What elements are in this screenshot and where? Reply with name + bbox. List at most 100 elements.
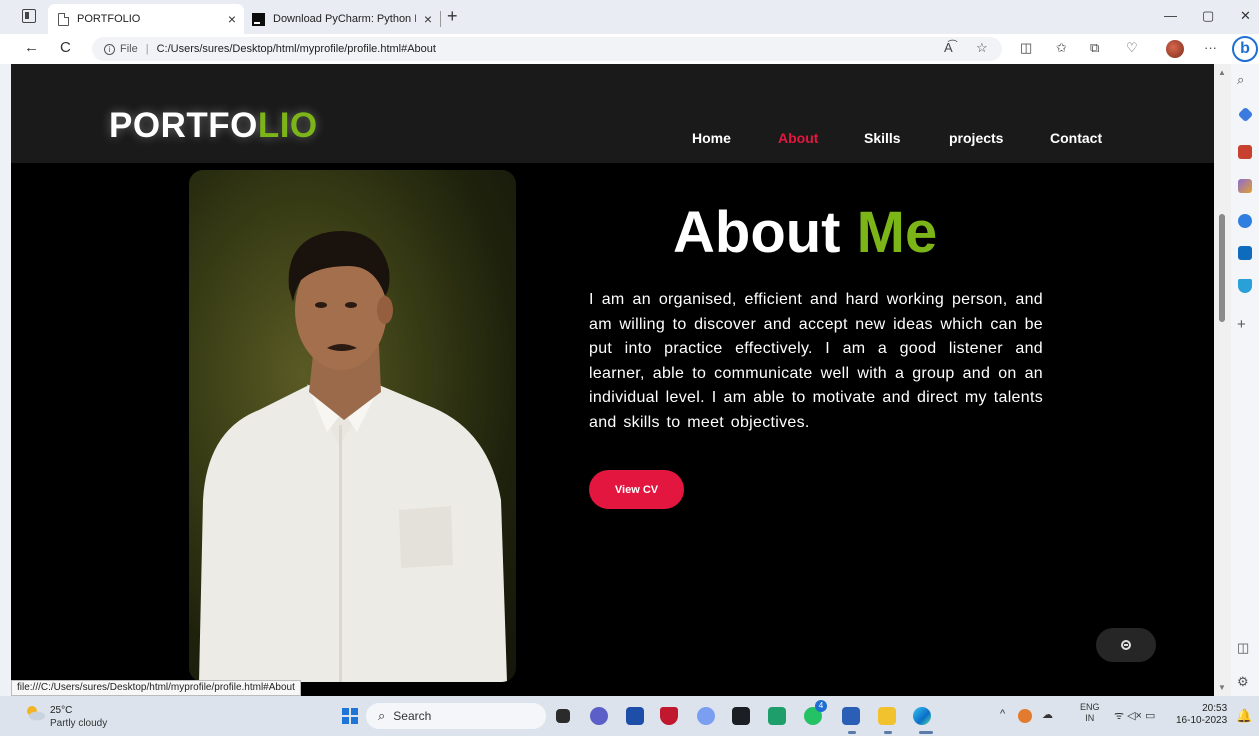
outlook-icon[interactable] bbox=[1238, 246, 1252, 260]
network-volume-battery-icons[interactable]: ᯤ ◁× ▭ bbox=[1114, 708, 1155, 723]
search-icon[interactable]: ⌕ bbox=[1237, 72, 1244, 88]
mcafee-icon[interactable] bbox=[660, 707, 678, 725]
scroll-top-button[interactable] bbox=[1096, 628, 1156, 662]
page-favicon-icon bbox=[58, 12, 69, 26]
info-icon[interactable]: i bbox=[104, 43, 115, 55]
tab-portfolio[interactable]: PORTFOLIO × bbox=[48, 4, 244, 34]
browser-toolbar: ← C i File | C:/Users/sures/Desktop/html… bbox=[0, 34, 1259, 64]
nav-contact[interactable]: Contact bbox=[1050, 130, 1102, 146]
edge-icon[interactable] bbox=[913, 707, 931, 725]
task-view-icon[interactable] bbox=[556, 709, 570, 723]
word-icon[interactable] bbox=[842, 707, 860, 725]
whatsapp-badge: 4 bbox=[815, 700, 827, 712]
url-scheme: File bbox=[120, 43, 138, 55]
partly-cloudy-icon[interactable] bbox=[24, 704, 46, 722]
about-heading-accent: Me bbox=[856, 200, 938, 265]
scroll-up-arrow-icon[interactable]: ▲ bbox=[1218, 68, 1226, 77]
url-divider: | bbox=[145, 43, 149, 55]
add-icon[interactable]: + bbox=[1237, 316, 1246, 333]
tab-pycharm[interactable]: Download PyCharm: Python IDE × bbox=[244, 4, 440, 34]
settings-icon[interactable]: ⚙ bbox=[1237, 674, 1249, 690]
tab-title: Download PyCharm: Python IDE bbox=[273, 13, 416, 25]
chat-icon[interactable] bbox=[590, 707, 608, 725]
collections-icon[interactable]: ⧉ bbox=[1090, 40, 1099, 56]
theme-toggle-icon bbox=[1121, 640, 1131, 650]
logo-accent-text: LIO bbox=[257, 106, 318, 145]
about-description: I am an organised, efficient and hard wo… bbox=[589, 291, 1043, 431]
status-bar-url: file:///C:/Users/sures/Desktop/html/mypr… bbox=[11, 680, 301, 696]
office-icon[interactable] bbox=[1238, 214, 1252, 228]
restore-button[interactable]: ▢ bbox=[1202, 8, 1214, 24]
weather-description[interactable]: Partly cloudy bbox=[50, 718, 107, 729]
search-placeholder: Search bbox=[393, 709, 432, 723]
nav-skills[interactable]: Skills bbox=[864, 130, 901, 146]
r-app-icon[interactable] bbox=[697, 707, 715, 725]
github-icon[interactable] bbox=[732, 707, 750, 725]
notification-bell-icon[interactable]: 🔔 bbox=[1236, 708, 1252, 724]
edge-active-indicator bbox=[919, 731, 933, 734]
word-running-indicator bbox=[848, 731, 856, 734]
scrollbar-thumb[interactable] bbox=[1219, 214, 1225, 322]
about-heading-main: About bbox=[673, 200, 841, 265]
region-code: IN bbox=[1085, 713, 1095, 723]
about-heading: About Me bbox=[673, 199, 937, 266]
gallery-icon[interactable] bbox=[768, 707, 786, 725]
profile-avatar[interactable] bbox=[1166, 40, 1184, 58]
tab-divider bbox=[440, 11, 441, 27]
system-clock[interactable]: 20:53 16-10-2023 bbox=[1176, 703, 1227, 727]
taskbar-search[interactable]: ⌕ Search bbox=[366, 703, 546, 729]
close-window-button[interactable]: ✕ bbox=[1240, 8, 1251, 24]
telegram-icon[interactable] bbox=[1238, 279, 1252, 293]
scroll-down-arrow-icon[interactable]: ▼ bbox=[1218, 683, 1226, 692]
address-bar[interactable]: i File | C:/Users/sures/Desktop/html/myp… bbox=[92, 37, 1002, 61]
browser-tab-strip: PORTFOLIO × Download PyCharm: Python IDE… bbox=[0, 0, 1259, 34]
tray-chevron-icon[interactable]: ^ bbox=[1000, 708, 1005, 720]
nav-about[interactable]: About bbox=[778, 130, 818, 146]
clock-date: 16-10-2023 bbox=[1176, 715, 1228, 726]
site-header: PORTFOLIO Home About Skills projects Con… bbox=[11, 64, 1214, 163]
profile-photo-illustration bbox=[199, 231, 507, 682]
nav-home[interactable]: Home bbox=[692, 130, 731, 146]
read-aloud-icon[interactable]: A͡ bbox=[944, 40, 953, 55]
windows-start-icon[interactable] bbox=[342, 708, 358, 724]
language-code: ENG bbox=[1080, 702, 1100, 712]
tab-close-icon[interactable]: × bbox=[416, 11, 440, 27]
favorite-star-icon[interactable]: ☆ bbox=[976, 40, 988, 56]
new-tab-button[interactable]: + bbox=[447, 6, 458, 27]
tab-close-icon[interactable]: × bbox=[220, 11, 244, 27]
file-explorer-icon[interactable] bbox=[878, 707, 896, 725]
clock-time: 20:53 bbox=[1202, 703, 1228, 714]
split-screen-icon[interactable]: ◫ bbox=[1020, 40, 1032, 56]
browser-essentials-icon[interactable]: ♡ bbox=[1126, 40, 1138, 56]
shopping-icon[interactable] bbox=[1237, 106, 1254, 123]
site-logo[interactable]: PORTFOLIO bbox=[109, 106, 318, 146]
weather-temperature[interactable]: 25°C bbox=[50, 705, 72, 716]
tab-actions-icon[interactable] bbox=[22, 9, 36, 23]
refresh-button[interactable]: C bbox=[60, 39, 71, 56]
view-cv-button[interactable]: View CV bbox=[589, 470, 684, 509]
logo-main-text: PORTFO bbox=[109, 106, 258, 145]
sidebar-panel-icon[interactable]: ◫ bbox=[1237, 640, 1249, 656]
url-text[interactable]: C:/Users/sures/Desktop/html/myprofile/pr… bbox=[157, 43, 436, 55]
explorer-running-indicator bbox=[884, 731, 892, 734]
pycharm-favicon-icon bbox=[252, 12, 265, 26]
page-viewport: PORTFOLIO Home About Skills projects Con… bbox=[11, 64, 1214, 696]
favorites-icon[interactable]: ✩ bbox=[1056, 40, 1067, 56]
tab-title: PORTFOLIO bbox=[77, 13, 141, 25]
windows-taskbar: 25°C Partly cloudy ⌕ Search 4 ^ ☁ ENG IN… bbox=[0, 696, 1259, 736]
search-icon: ⌕ bbox=[378, 708, 386, 723]
language-indicator[interactable]: ENG IN bbox=[1080, 702, 1100, 724]
edge-sidebar: ⌕ + ◫ ⚙ bbox=[1231, 64, 1259, 696]
more-icon[interactable]: ··· bbox=[1204, 40, 1217, 55]
back-button[interactable]: ← bbox=[24, 39, 39, 56]
bing-copilot-icon[interactable]: b bbox=[1232, 36, 1258, 62]
onedrive-icon[interactable]: ☁ bbox=[1042, 708, 1053, 721]
nav-projects[interactable]: projects bbox=[949, 130, 1003, 146]
tools-icon[interactable] bbox=[1238, 145, 1252, 159]
page-scrollbar[interactable]: ▲ ▼ bbox=[1214, 64, 1231, 696]
games-icon[interactable] bbox=[1238, 179, 1252, 193]
profile-photo bbox=[189, 170, 516, 682]
store-icon[interactable] bbox=[626, 707, 644, 725]
tray-app-icon[interactable] bbox=[1018, 709, 1032, 723]
minimize-button[interactable]: — bbox=[1164, 8, 1177, 23]
